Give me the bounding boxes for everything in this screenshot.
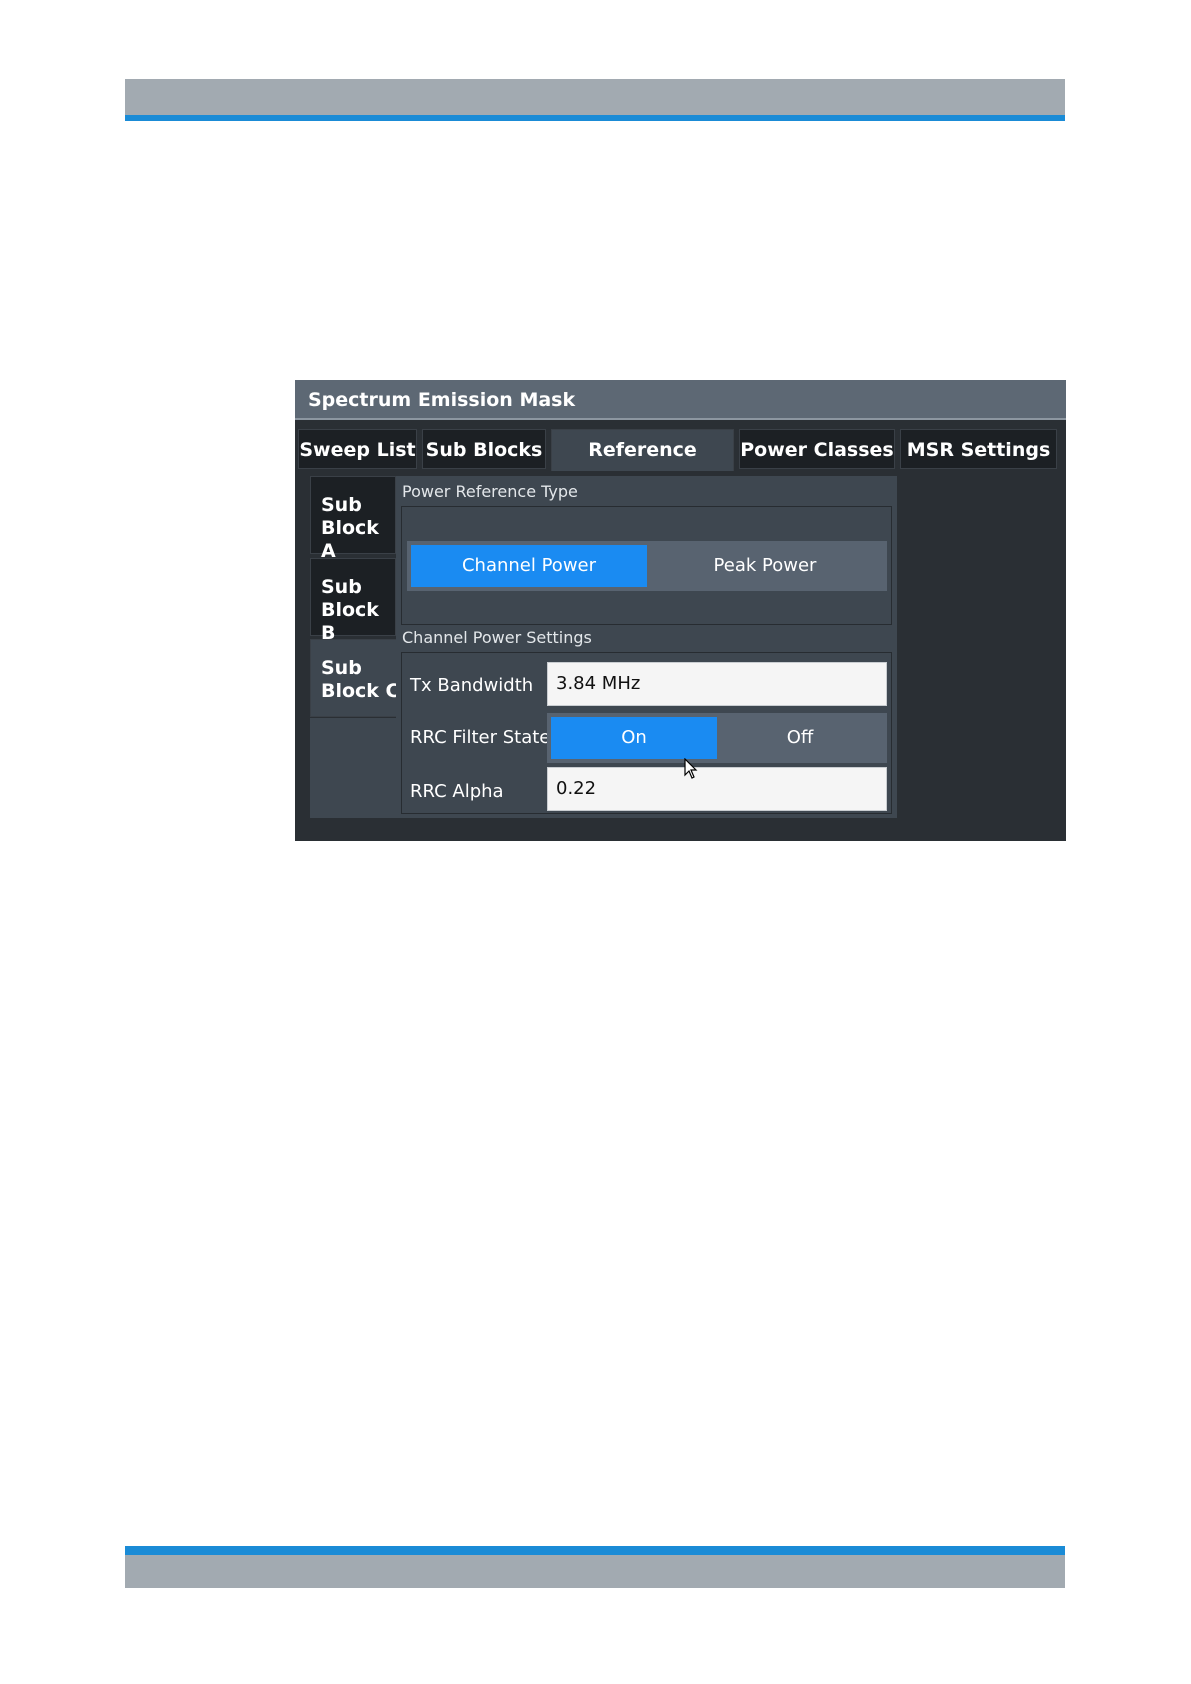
rrc-filter-state-toggle: On Off [547,713,887,763]
dialog-title: Spectrum Emission Mask [295,380,1066,420]
sub-block-a-line1: Sub [321,494,362,516]
tab-sweep-list[interactable]: Sweep List [298,429,417,469]
peak-power-button[interactable]: Peak Power [647,545,883,587]
channel-power-settings-label: Channel Power Settings [402,628,592,647]
sub-block-c-tab[interactable]: Sub Block C [310,639,402,717]
footer-band [125,1546,1065,1588]
tab-msr-settings[interactable]: MSR Settings [900,429,1057,469]
rrc-alpha-label: RRC Alpha [410,781,504,802]
sub-block-c-line2: Block C [321,680,400,702]
channel-power-settings-group: Tx Bandwidth 3.84 MHz RRC Filter State O… [401,652,892,814]
rrc-alpha-field[interactable]: 0.22 [547,767,887,811]
power-reference-type-label: Power Reference Type [402,482,578,501]
sub-block-a-line2: Block A [321,517,379,562]
sub-block-b-tab[interactable]: Sub Block B [310,558,396,644]
sub-block-c-line1: Sub [321,657,362,679]
rrc-filter-state-label: RRC Filter State [410,727,551,748]
reference-range-panel: Power Reference Type Channel Power Peak … [396,476,897,818]
power-reference-type-group: Channel Power Peak Power [401,506,892,625]
tab-power-classes[interactable]: Power Classes [739,429,895,469]
rrc-filter-on-button[interactable]: On [551,717,717,759]
sub-block-tab-filler [310,718,396,818]
tx-bandwidth-field[interactable]: 3.84 MHz [547,662,887,706]
sub-block-a-tab[interactable]: Sub Block A [310,476,396,562]
channel-power-button[interactable]: Channel Power [411,545,647,587]
rrc-filter-off-button[interactable]: Off [717,717,883,759]
tx-bandwidth-label: Tx Bandwidth [410,675,534,696]
tab-reference-range[interactable]: Reference Range [551,429,734,501]
tab-sub-blocks[interactable]: Sub Blocks [422,429,546,469]
sub-block-b-line1: Sub [321,576,362,598]
header-band [125,79,1065,121]
power-reference-type-toggle: Channel Power Peak Power [407,541,887,591]
mouse-pointer-icon [684,757,698,784]
spectrum-emission-mask-dialog: Spectrum Emission Mask Sweep List Sub Bl… [295,380,1066,841]
